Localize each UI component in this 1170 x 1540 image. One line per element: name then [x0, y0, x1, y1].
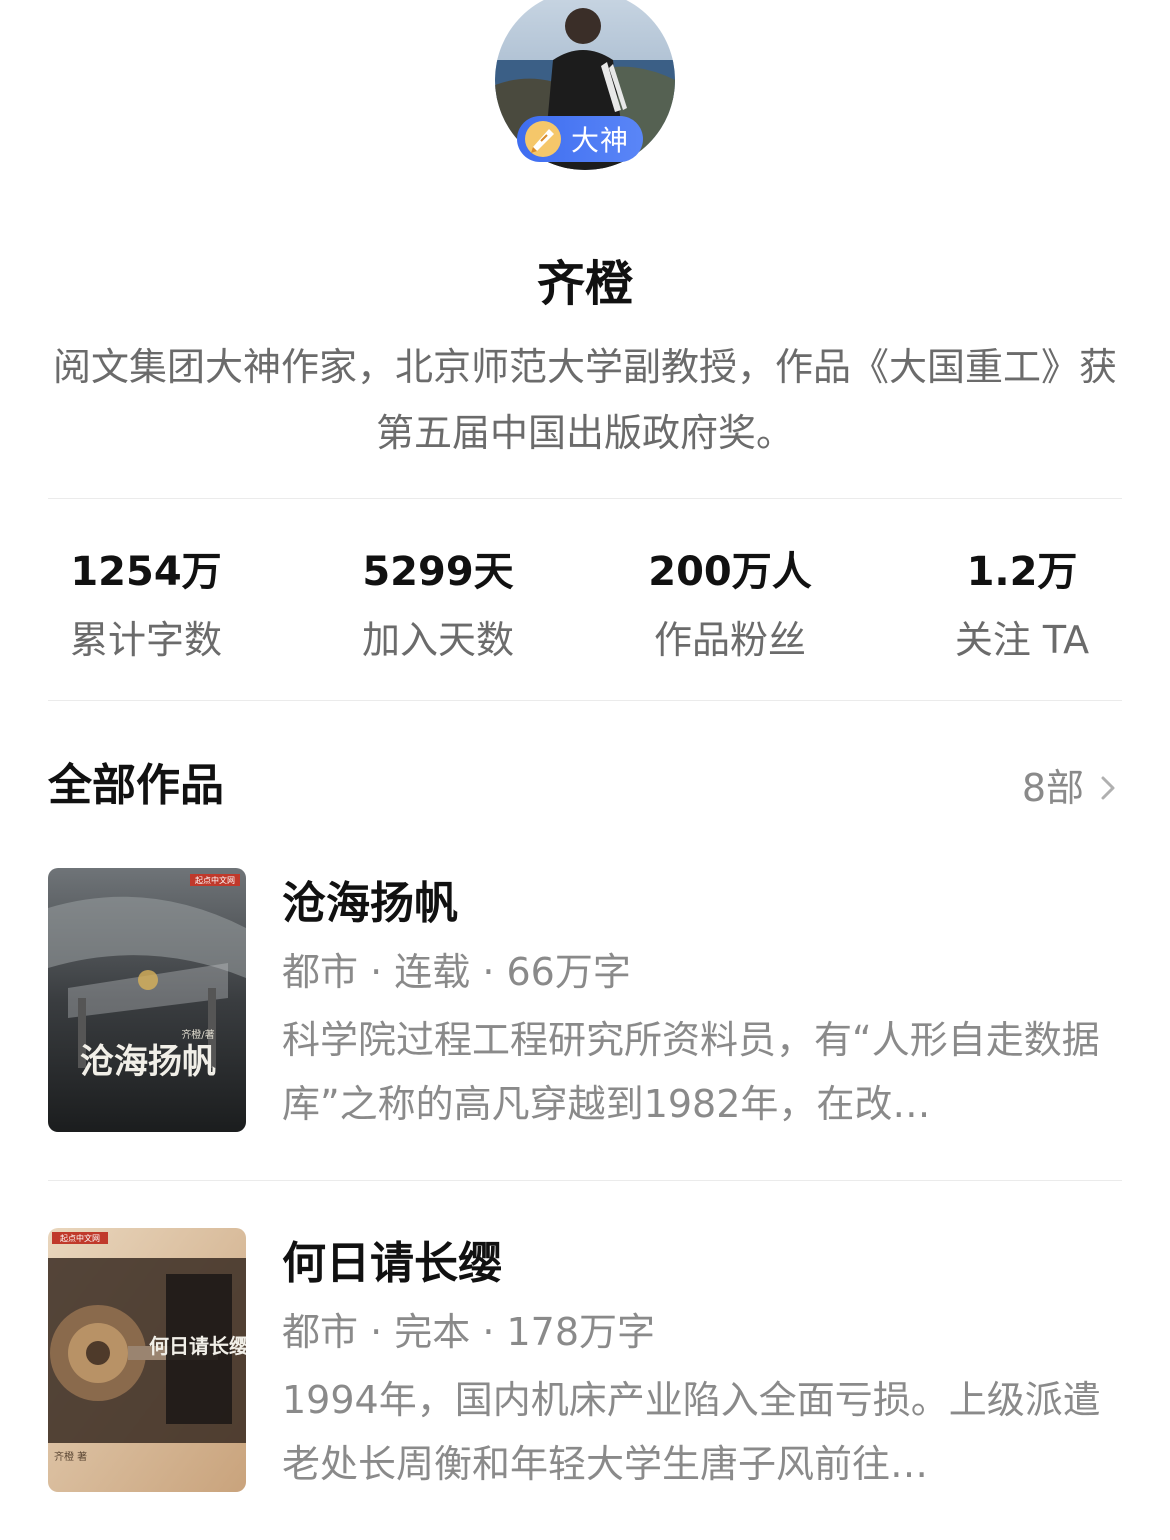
stat-label: 关注 TA: [954, 618, 1090, 662]
stat-value: 1254万: [70, 549, 222, 595]
badge-label: 大神: [571, 124, 630, 157]
book-meta: 都市 · 完本 · 178万字: [282, 1310, 656, 1354]
cover-author: 齐橙/著: [181, 1028, 214, 1041]
author-bio: 阅文集团大神作家，北京师范大学副教授，作品《大国重工》获第五届中国出版政府奖。: [52, 345, 1117, 455]
book-info: 沧海扬帆 都市 · 连载 · 66万字 科学院过程工程研究所资料员，有“人形自走…: [282, 868, 1122, 1136]
author-avatar-container: 大神: [495, 0, 675, 170]
book-item[interactable]: 起点中文网 沧海扬帆 齐橙/著 沧海扬帆 都市 · 连载 · 66万字 科学院过…: [48, 868, 1122, 1134]
stat-follow[interactable]: 1.2万 关注 TA: [902, 540, 1142, 672]
cover-title: 何日请长缨: [149, 1334, 246, 1358]
book-description: 1994年，国内机床产业陷入全面亏损。上级派遣老处长周衡和年轻大学生唐子风前往…: [282, 1378, 1101, 1486]
book-title[interactable]: 沧海扬帆: [282, 874, 1122, 934]
book-info: 何日请长缨 都市 · 完本 · 178万字 1994年，国内机床产业陷入全面亏损…: [282, 1228, 1122, 1496]
cover-publisher: 起点中文网: [195, 875, 235, 885]
book-meta: 都市 · 连载 · 66万字: [282, 950, 631, 994]
author-badge: 大神: [517, 116, 643, 162]
divider: [48, 700, 1122, 701]
chevron-right-icon: [1101, 776, 1115, 800]
book-item[interactable]: 起点中文网 何日请长缨 齐橙 著 何日请长缨 都市 · 完本 · 178万字 1…: [48, 1228, 1122, 1494]
author-name: 齐橙: [536, 256, 633, 312]
book-cover-art: 起点中文网 何日请长缨 齐橙 著: [48, 1228, 246, 1492]
cover-publisher: 起点中文网: [60, 1233, 100, 1243]
works-section-title: 全部作品: [48, 760, 224, 811]
stat-label: 作品粉丝: [653, 618, 806, 662]
stat-label: 累计字数: [69, 618, 222, 662]
book-cover[interactable]: 起点中文网 沧海扬帆 齐橙/著: [48, 868, 246, 1132]
works-count: 8部: [1021, 766, 1084, 810]
cover-author: 齐橙 著: [54, 1450, 87, 1463]
stat-value: 200万人: [648, 549, 812, 595]
stat-days-joined: 5299天 加入天数: [318, 540, 558, 672]
stat-label: 加入天数: [361, 618, 514, 662]
book-description: 科学院过程工程研究所资料员，有“人形自走数据库”之称的高凡穿越到1982年，在改…: [282, 1018, 1100, 1126]
stat-total-words: 1254万 累计字数: [26, 540, 266, 672]
divider: [48, 1180, 1122, 1181]
works-count-link[interactable]: 8部: [1022, 760, 1118, 816]
stat-fans: 200万人 作品粉丝: [610, 540, 850, 672]
author-stats: 1254万 累计字数 5299天 加入天数 200万人 作品粉丝 1.2万 关注…: [0, 540, 1170, 680]
stat-value: 1.2万: [966, 549, 1078, 595]
divider: [48, 498, 1122, 499]
book-cover[interactable]: 起点中文网 何日请长缨 齐橙 著: [48, 1228, 246, 1492]
book-title[interactable]: 何日请长缨: [282, 1234, 1122, 1294]
cover-title: 沧海扬帆: [80, 1042, 216, 1082]
quill-pen-icon: [525, 121, 561, 157]
stat-value: 5299天: [362, 549, 514, 595]
book-cover-art: 起点中文网 沧海扬帆 齐橙/著: [48, 868, 246, 1132]
